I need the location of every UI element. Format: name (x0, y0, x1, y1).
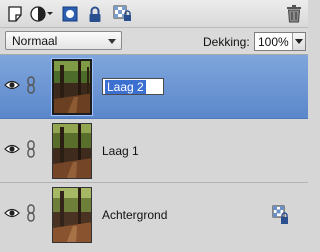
eye-icon[interactable] (4, 207, 20, 219)
link-icon[interactable] (26, 76, 36, 94)
new-layer-icon[interactable] (5, 4, 25, 24)
layer-thumbnail[interactable] (52, 59, 92, 115)
layer-row-achtergrond[interactable]: Achtergrond (0, 183, 308, 252)
layers-list: Laag 2 Laag 1 Achtergrond (0, 55, 308, 252)
chevron-down-icon (108, 39, 116, 44)
link-icon[interactable] (26, 140, 36, 158)
link-icon[interactable] (26, 204, 36, 222)
layer-row-laag-2[interactable]: Laag 2 (0, 55, 308, 119)
layer-name: Laag 1 (102, 144, 139, 158)
lock-transparency-icon[interactable] (112, 4, 134, 24)
blend-mode-value: Normaal (12, 34, 58, 48)
adjustment-layer-icon[interactable] (30, 4, 56, 24)
layer-row-laag-1[interactable]: Laag 1 (0, 119, 308, 183)
lock-all-icon[interactable] (86, 4, 104, 24)
delete-layer-icon[interactable] (284, 4, 304, 24)
layers-toolbar (0, 0, 308, 28)
blend-mode-select[interactable]: Normaal (5, 31, 122, 50)
eye-icon[interactable] (4, 79, 20, 91)
layer-thumbnail[interactable] (52, 187, 92, 243)
opacity-label: Dekking: (203, 35, 250, 49)
layer-mask-icon[interactable] (60, 4, 80, 24)
opacity-field[interactable]: 100% (254, 32, 306, 51)
lock-icon[interactable] (272, 205, 290, 225)
layer-options-bar: Normaal Dekking: 100% (0, 28, 308, 55)
opacity-value[interactable]: 100% (258, 35, 289, 49)
opacity-dropdown-button[interactable] (292, 33, 305, 50)
layer-name[interactable]: Laag 2 (105, 80, 146, 94)
layer-name: Achtergrond (102, 208, 168, 222)
eye-icon[interactable] (4, 143, 20, 155)
layer-name-input[interactable]: Laag 2 (102, 78, 164, 95)
layer-thumbnail[interactable] (52, 123, 92, 179)
